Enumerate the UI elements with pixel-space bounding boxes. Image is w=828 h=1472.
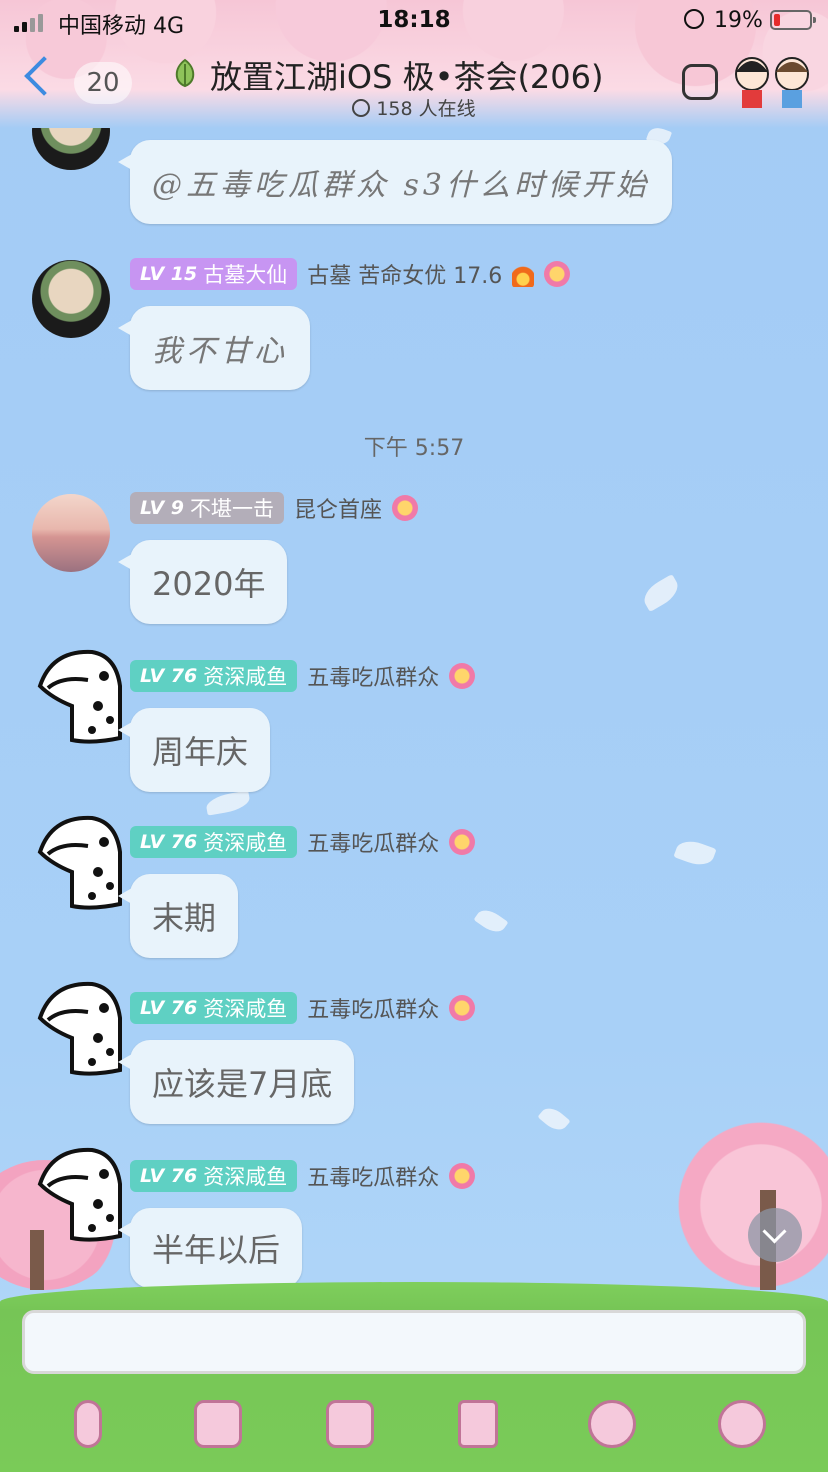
input-toolbar <box>0 1396 828 1456</box>
level-badge: LV 76 资深咸鱼 <box>130 992 298 1024</box>
dinosaur-icon <box>37 981 122 1076</box>
online-count-text: 158 人在线 <box>376 98 476 120</box>
sender-name[interactable]: 五毒吃瓜群众 <box>307 992 439 1024</box>
dinosaur-avatar[interactable] <box>32 1144 126 1244</box>
message-bubble[interactable]: 应该是7月底 <box>117 1040 355 1124</box>
dinosaur-icon <box>37 815 122 910</box>
battery-icon <box>770 10 816 30</box>
image-icon[interactable] <box>194 1400 242 1448</box>
sender-row: LV 76 资深咸鱼 五毒吃瓜群众 <box>130 660 476 692</box>
sender-row: LV 15 古墓大仙 古墓 苦命女优 17.6 <box>130 258 571 290</box>
fire-icon <box>512 261 535 287</box>
group-members-icon[interactable] <box>728 54 818 112</box>
level-badge: LV 9 不堪一击 <box>130 492 285 524</box>
message-timestamp: 下午 5:57 <box>363 436 465 461</box>
level-badge: LV 15 古墓大仙 <box>130 258 298 290</box>
sender-row: LV 76 资深咸鱼 五毒吃瓜群众 <box>130 992 476 1024</box>
message-bubble[interactable]: 2020年 <box>117 540 288 624</box>
sender-name[interactable]: 昆仑首座 <box>294 492 382 524</box>
back-arrow-icon[interactable] <box>24 56 64 96</box>
chat-message-list[interactable]: @五毒吃瓜群众 s3什么时候开始 LV 15 古墓大仙 古墓 苦命女优 17.6 … <box>0 0 828 1290</box>
avatar[interactable] <box>32 260 110 338</box>
dinosaur-avatar[interactable] <box>32 978 126 1078</box>
dinosaur-avatar[interactable] <box>32 812 126 912</box>
flower-badge-icon <box>449 829 476 855</box>
emoji-icon[interactable] <box>588 1400 636 1448</box>
sender-name[interactable]: 五毒吃瓜群众 <box>307 826 439 858</box>
message-bubble[interactable]: 周年庆 <box>117 708 271 792</box>
battery-percent: 19% <box>714 8 763 33</box>
level-badge: LV 76 资深咸鱼 <box>130 1160 298 1192</box>
battery-level <box>774 14 780 26</box>
message-input[interactable] <box>22 1310 806 1374</box>
chevron-down-icon <box>352 99 371 117</box>
dinosaur-icon <box>37 649 122 744</box>
scroll-to-bottom-button[interactable] <box>748 1208 802 1262</box>
microphone-icon[interactable] <box>64 1400 112 1448</box>
sender-name[interactable]: 五毒吃瓜群众 <box>307 1160 439 1192</box>
sender-name[interactable]: 五毒吃瓜群众 <box>307 660 439 692</box>
level-badge: LV 76 资深咸鱼 <box>130 660 298 692</box>
red-packet-icon[interactable] <box>458 1400 498 1448</box>
rotation-lock-icon <box>684 9 704 29</box>
plus-icon[interactable] <box>718 1400 766 1448</box>
dinosaur-avatar[interactable] <box>32 646 126 746</box>
sender-row: LV 9 不堪一击 昆仑首座 <box>130 492 419 524</box>
message-bubble[interactable]: 末期 <box>117 874 239 958</box>
avatar[interactable] <box>32 494 110 572</box>
sender-row: LV 76 资深咸鱼 五毒吃瓜群众 <box>130 826 476 858</box>
flower-badge-icon <box>449 663 476 689</box>
message-bubble[interactable]: 半年以后 <box>117 1208 303 1288</box>
flower-badge-icon <box>544 261 571 287</box>
sender-row: LV 76 资深咸鱼 五毒吃瓜群众 <box>130 1160 476 1192</box>
message-bubble[interactable]: 我不甘心 <box>118 306 310 390</box>
camera-icon[interactable] <box>326 1400 374 1448</box>
flower-badge-icon <box>449 995 476 1021</box>
level-badge: LV 76 资深咸鱼 <box>130 826 298 858</box>
message-bubble[interactable]: @五毒吃瓜群众 s3什么时候开始 <box>117 140 673 224</box>
hand-gesture-icon[interactable] <box>682 64 718 100</box>
group-title[interactable]: 放置江湖iOS 极•茶会(206) <box>210 52 604 98</box>
status-bar: 中国移动 4G 18:18 19% <box>0 0 828 42</box>
message-input-field[interactable] <box>25 1313 803 1371</box>
sender-name[interactable]: 古墓 苦命女优 17.6 <box>307 258 502 290</box>
leaf-icon <box>175 58 195 88</box>
dinosaur-icon <box>37 1147 122 1242</box>
flower-badge-icon <box>392 495 419 521</box>
flower-badge-icon <box>449 1163 476 1189</box>
